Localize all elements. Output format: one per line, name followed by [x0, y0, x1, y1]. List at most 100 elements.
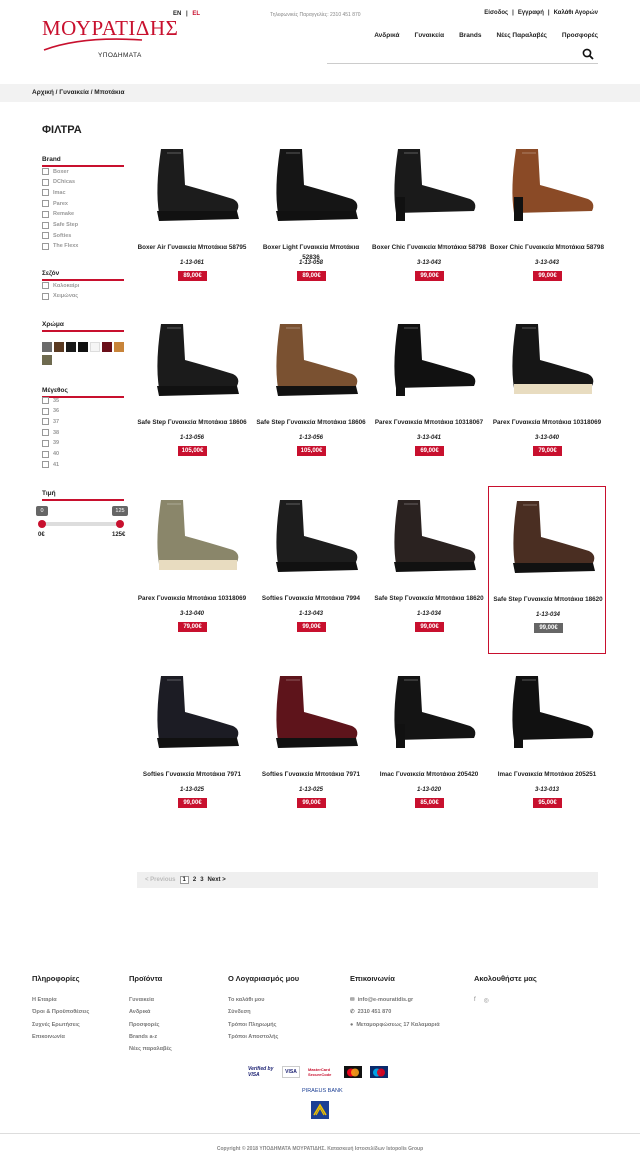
pagination-page-1[interactable]: 1 — [179, 876, 189, 884]
size-option[interactable]: 41 — [42, 461, 59, 469]
footer-email[interactable]: ✉ info@e-mouratidis.gr — [350, 997, 440, 1003]
checkbox[interactable] — [42, 439, 49, 447]
search-icon[interactable] — [582, 48, 594, 60]
login-link[interactable]: Είσοδος — [484, 10, 508, 16]
footer-link-login[interactable]: Σύνδεση — [228, 1009, 299, 1015]
brand-option[interactable]: Boxer — [42, 168, 69, 175]
product-name[interactable]: Imac Γυναικεία Μποτάκια 205420 — [370, 770, 488, 780]
product-card[interactable]: Safe Step Γυναικεία Μποτάκια 18606 1-13-0… — [133, 310, 251, 478]
nav-new-arrivals[interactable]: Νέες Παραλαβές — [496, 32, 546, 39]
footer-link-shipping[interactable]: Τρόποι Αποστολής — [228, 1034, 299, 1040]
product-card[interactable]: Parex Γυναικεία Μποτάκια 10318069 3-13-04… — [488, 310, 606, 478]
product-name[interactable]: Softies Γυναικεία Μποτάκια 7971 — [252, 770, 370, 780]
checkbox[interactable] — [42, 429, 49, 437]
color-swatch[interactable] — [66, 342, 76, 352]
cart-link[interactable]: Καλάθι Αγορών — [554, 10, 598, 16]
product-name[interactable]: Boxer Air Γυναικεία Μποτάκια 58795 — [133, 243, 251, 253]
color-swatch[interactable] — [42, 355, 52, 365]
pagination-next[interactable]: Next > — [208, 877, 226, 883]
product-card[interactable]: Safe Step Γυναικεία Μποτάκια 18606 1-13-0… — [252, 310, 370, 478]
checkbox[interactable] — [42, 407, 49, 415]
product-card[interactable]: Softies Γυναικεία Μποτάκια 7971 1-13-025 9… — [133, 662, 251, 830]
size-option[interactable]: 40 — [42, 450, 59, 458]
footer-link-women[interactable]: Γυναικεία — [129, 997, 172, 1003]
checkbox[interactable] — [42, 461, 49, 469]
size-option[interactable]: 36 — [42, 407, 59, 415]
color-swatch[interactable] — [54, 342, 64, 352]
brand-option[interactable]: The Flexx — [42, 242, 78, 250]
product-image[interactable] — [256, 314, 366, 406]
season-option[interactable]: Καλοκαίρι — [42, 282, 79, 289]
register-link[interactable]: Εγγραφή — [518, 10, 544, 16]
size-option[interactable]: 37 — [42, 418, 59, 426]
product-image[interactable] — [374, 139, 484, 231]
product-name[interactable]: Parex Γυναικεία Μποτάκια 10318069 — [133, 594, 251, 604]
product-name[interactable]: Safe Step Γυναικεία Μποτάκια 18620 — [370, 594, 488, 604]
pagination-previous[interactable]: < Previous — [145, 877, 176, 883]
product-card[interactable]: Parex Γυναικεία Μποτάκια 10318067 3-13-04… — [370, 310, 488, 478]
nav-offers[interactable]: Προσφορές — [562, 32, 598, 39]
price-slider-track[interactable] — [42, 522, 120, 526]
color-swatch[interactable] — [114, 342, 124, 352]
product-name[interactable]: Safe Step Γυναικεία Μποτάκια 18620 — [489, 595, 607, 605]
footer-link-faq[interactable]: Συχνές Ερωτήσεις — [32, 1022, 89, 1028]
checkbox[interactable] — [42, 450, 49, 458]
price-slider-min-handle[interactable] — [38, 520, 46, 528]
product-image[interactable] — [374, 314, 484, 406]
product-image[interactable] — [256, 666, 366, 758]
checkbox[interactable] — [42, 200, 49, 208]
checkbox[interactable] — [42, 178, 49, 186]
checkbox[interactable] — [42, 418, 49, 426]
product-card[interactable]: Safe Step Γυναικεία Μποτάκια 18620 1-13-0… — [488, 486, 606, 654]
season-option[interactable]: Χειμώνας — [42, 292, 78, 300]
footer-link-contact[interactable]: Επικοινωνία — [32, 1034, 89, 1040]
product-card[interactable]: Safe Step Γυναικεία Μποτάκια 18620 1-13-0… — [370, 486, 488, 654]
footer-link-cart[interactable]: Το καλάθι μου — [228, 997, 299, 1003]
brand-option[interactable]: Remake — [42, 210, 74, 218]
footer-link-new[interactable]: Νέες παραλαβές — [129, 1046, 172, 1052]
checkbox[interactable] — [42, 189, 49, 197]
brand-option[interactable]: Parex — [42, 200, 68, 208]
footer-link-offers[interactable]: Προσφορές — [129, 1022, 172, 1028]
breadcrumb[interactable]: Αρχική / Γυναικεία / Μποτάκια — [32, 89, 124, 96]
product-image[interactable] — [137, 666, 247, 758]
product-image[interactable] — [493, 491, 603, 583]
product-image[interactable] — [137, 314, 247, 406]
nav-brands[interactable]: Brands — [459, 32, 481, 39]
product-image[interactable] — [256, 139, 366, 231]
brand-option[interactable]: Softies — [42, 232, 71, 240]
checkbox[interactable] — [42, 292, 49, 300]
size-option[interactable]: 35 — [42, 397, 59, 404]
product-image[interactable] — [492, 314, 602, 406]
product-card[interactable]: Imac Γυναικεία Μποτάκια 205251 3-13-013 95… — [488, 662, 606, 830]
product-name[interactable]: Safe Step Γυναικεία Μποτάκια 18606 — [133, 418, 251, 428]
product-name[interactable]: Softies Γυναικεία Μποτάκια 7994 — [252, 594, 370, 604]
color-swatch[interactable] — [78, 342, 88, 352]
product-card[interactable]: Boxer Air Γυναικεία Μποτάκια 58795 1-13-0… — [133, 135, 251, 303]
checkbox[interactable] — [42, 221, 49, 229]
product-card[interactable]: Boxer Chic Γυναικεία Μποτάκια 58798 3-13-… — [488, 135, 606, 303]
product-card[interactable]: Parex Γυναικεία Μποτάκια 10318069 3-13-04… — [133, 486, 251, 654]
nav-women[interactable]: Γυναικεία — [414, 32, 444, 39]
brand-option[interactable]: Safe Step — [42, 221, 78, 229]
footer-link-payment[interactable]: Τρόποι Πληρωμής — [228, 1022, 299, 1028]
product-image[interactable] — [492, 139, 602, 231]
product-card[interactable]: Boxer Light Γυναικεία Μποτάκια 52836 1-13… — [252, 135, 370, 303]
footer-link-company[interactable]: Η Εταιρία — [32, 997, 89, 1003]
nav-men[interactable]: Ανδρικά — [374, 32, 399, 39]
footer-link-men[interactable]: Ανδρικά — [129, 1009, 172, 1015]
product-image[interactable] — [374, 666, 484, 758]
product-name[interactable]: Softies Γυναικεία Μποτάκια 7971 — [133, 770, 251, 780]
pagination-page-2[interactable]: 2 — [193, 877, 196, 883]
product-image[interactable] — [137, 490, 247, 582]
price-slider-max-handle[interactable] — [116, 520, 124, 528]
product-card[interactable]: Imac Γυναικεία Μποτάκια 205420 1-13-020 85… — [370, 662, 488, 830]
product-name[interactable]: Parex Γυναικεία Μποτάκια 10318069 — [488, 418, 606, 428]
lang-en[interactable]: EN — [173, 11, 181, 17]
checkbox[interactable] — [42, 242, 49, 250]
checkbox[interactable] — [42, 397, 49, 404]
checkbox[interactable] — [42, 282, 49, 289]
product-card[interactable]: Softies Γυναικεία Μποτάκια 7994 1-13-043 9… — [252, 486, 370, 654]
color-swatch[interactable] — [102, 342, 112, 352]
pagination-page-3[interactable]: 3 — [200, 877, 203, 883]
